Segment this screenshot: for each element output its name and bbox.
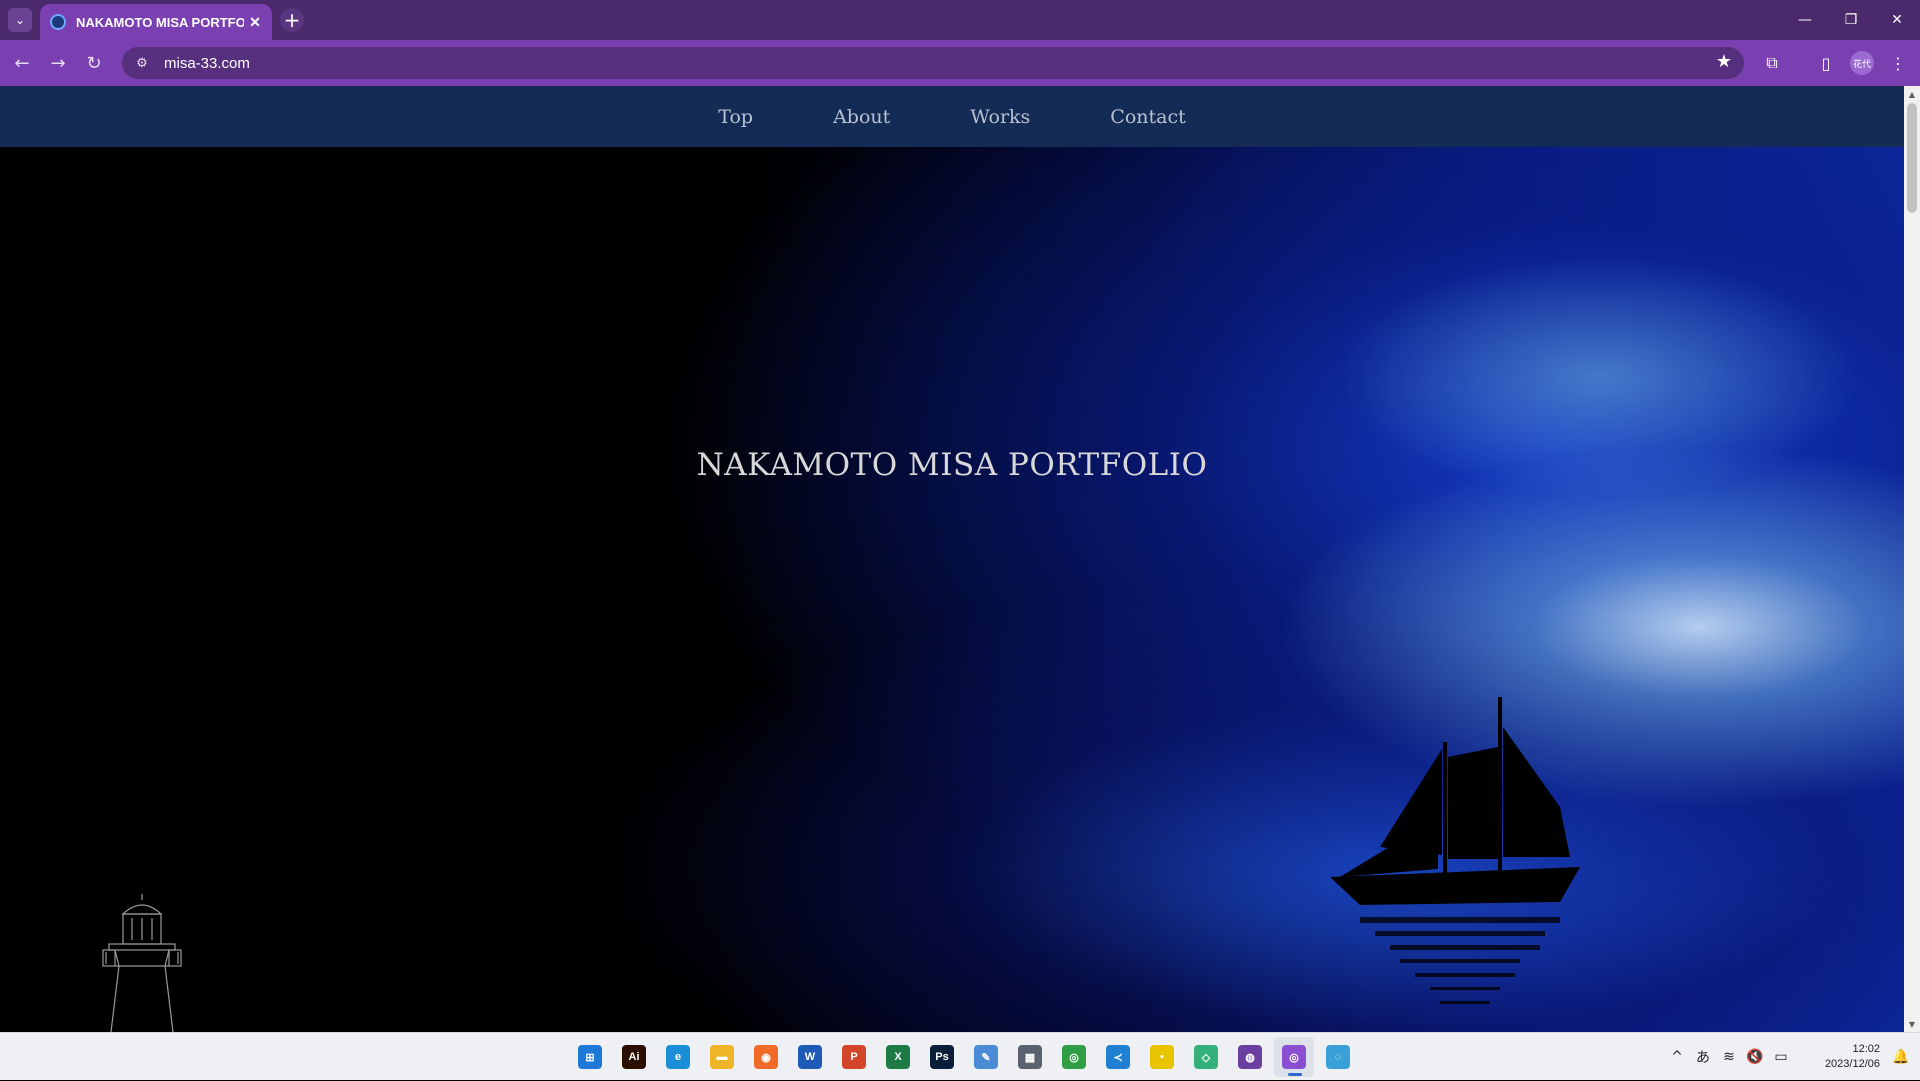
scroll-thumb[interactable]: [1907, 103, 1917, 213]
clock[interactable]: 12:02 2023/12/06: [1794, 1042, 1880, 1072]
hero-section: NAKAMOTO MISA PORTFOLIO: [0, 147, 1904, 1032]
browser-window: ⌄ NAKAMOTO MISA PORTFOLIO ✕ + — ❐ ✕ ← → …: [0, 0, 1920, 86]
nav-link-top[interactable]: Top: [718, 106, 753, 128]
restore-button[interactable]: ❐: [1828, 0, 1874, 40]
site-favicon-icon: [50, 14, 66, 30]
taskbar-app-excel[interactable]: X: [878, 1037, 918, 1077]
system-tray: ^ あ ≋ 🔇 ▭ 12:02 2023/12/06 🔔: [1664, 1033, 1920, 1081]
close-window-button[interactable]: ✕: [1874, 0, 1920, 40]
taskbar-app-paint[interactable]: ✎: [966, 1037, 1006, 1077]
vscode-icon: ≺: [1106, 1045, 1130, 1069]
taskbar-app-app-globe[interactable]: ◌: [1318, 1037, 1358, 1077]
taskbar-app-windows-start[interactable]: ⊞: [570, 1037, 610, 1077]
taskbar-apps: ⊞ Ai e ▬ ◉ W P X Ps ✎ ▦ ◎ ≺ ▪ ◇ ◍ ◎ ◌: [570, 1037, 1362, 1077]
scroll-down-arrow-icon[interactable]: ▼: [1904, 1016, 1920, 1032]
taskbar-app-sticky-notes[interactable]: ▪: [1142, 1037, 1182, 1077]
site-navigation: Top About Works Contact: [0, 86, 1904, 147]
new-tab-button[interactable]: +: [280, 8, 304, 32]
edge-icon: e: [666, 1045, 690, 1069]
address-bar[interactable]: ⚙ misa-33.com ★: [122, 47, 1744, 79]
reload-button[interactable]: ↻: [80, 49, 108, 77]
volume-muted-icon[interactable]: 🔇: [1742, 1049, 1768, 1065]
paint-icon: ✎: [974, 1045, 998, 1069]
bookmark-star-icon[interactable]: ★: [1716, 51, 1732, 72]
calculator-icon: ▦: [1018, 1045, 1042, 1069]
show-hidden-icons-icon[interactable]: ^: [1664, 1049, 1690, 1065]
forward-button[interactable]: →: [44, 49, 72, 77]
taskbar-app-chrome-profile[interactable]: ◎: [1274, 1037, 1314, 1077]
taskbar-app-calculator[interactable]: ▦: [1010, 1037, 1050, 1077]
taskbar-app-edge[interactable]: e: [658, 1037, 698, 1077]
taskbar-app-powerpoint[interactable]: P: [834, 1037, 874, 1077]
firefox-icon: ◉: [754, 1045, 778, 1069]
minimize-button[interactable]: —: [1782, 0, 1828, 40]
ime-mode-icon[interactable]: あ: [1690, 1047, 1716, 1067]
taskbar-app-app-green[interactable]: ◇: [1186, 1037, 1226, 1077]
taskbar-app-word[interactable]: W: [790, 1037, 830, 1077]
windows-start-icon: ⊞: [578, 1045, 602, 1069]
back-button[interactable]: ←: [8, 49, 36, 77]
notification-bell-icon[interactable]: 🔔: [1888, 1049, 1914, 1065]
nav-link-contact[interactable]: Contact: [1110, 106, 1185, 128]
browser-menu-icon[interactable]: ⋮: [1884, 49, 1912, 77]
taskbar-app-github-desktop[interactable]: ◍: [1230, 1037, 1270, 1077]
clock-date: 2023/12/06: [1824, 1058, 1880, 1070]
hero-title: NAKAMOTO MISA PORTFOLIO: [696, 447, 1208, 483]
powerpoint-icon: P: [842, 1045, 866, 1069]
extensions-icon[interactable]: ⧉: [1758, 49, 1786, 77]
excel-icon: X: [886, 1045, 910, 1069]
page-scrollbar[interactable]: ▲ ▼: [1904, 86, 1920, 1032]
web-page: Top About Works Contact NAKAMOTO MISA PO…: [0, 86, 1904, 1032]
taskbar-app-photoshop[interactable]: Ps: [922, 1037, 962, 1077]
nav-link-about[interactable]: About: [833, 106, 890, 128]
taskbar-app-chrome[interactable]: ◎: [1054, 1037, 1094, 1077]
url-text[interactable]: misa-33.com: [164, 55, 250, 72]
photoshop-icon: Ps: [930, 1045, 954, 1069]
illustrator-icon: Ai: [622, 1045, 646, 1069]
battery-icon[interactable]: ▭: [1768, 1049, 1794, 1065]
taskbar-app-file-explorer[interactable]: ▬: [702, 1037, 742, 1077]
app-globe-icon: ◌: [1326, 1045, 1350, 1069]
tab-strip: ⌄ NAKAMOTO MISA PORTFOLIO ✕ + — ❐ ✕: [0, 0, 1920, 40]
scroll-up-arrow-icon[interactable]: ▲: [1904, 86, 1920, 102]
nav-link-works[interactable]: Works: [970, 106, 1030, 128]
chrome-icon: ◎: [1062, 1045, 1086, 1069]
taskbar-app-vscode[interactable]: ≺: [1098, 1037, 1138, 1077]
chrome-profile-icon: ◎: [1282, 1045, 1306, 1069]
sticky-notes-icon: ▪: [1150, 1045, 1174, 1069]
site-info-icon[interactable]: ⚙: [128, 56, 156, 71]
word-icon: W: [798, 1045, 822, 1069]
tab-search-button[interactable]: ⌄: [8, 8, 32, 32]
profile-avatar[interactable]: 花代: [1850, 51, 1874, 75]
app-green-icon: ◇: [1194, 1045, 1218, 1069]
taskbar-app-firefox[interactable]: ◉: [746, 1037, 786, 1077]
taskbar-app-illustrator[interactable]: Ai: [614, 1037, 654, 1077]
active-tab[interactable]: NAKAMOTO MISA PORTFOLIO ✕: [40, 4, 272, 40]
browser-toolbar: ← → ↻ ⚙ misa-33.com ★ ⧉ ▯ 花代 ⋮: [0, 40, 1920, 86]
lighthouse-icon: [102, 894, 182, 1032]
file-explorer-icon: ▬: [710, 1045, 734, 1069]
clock-time: 12:02: [1852, 1043, 1880, 1055]
tab-close-icon[interactable]: ✕: [244, 14, 266, 31]
window-controls: — ❐ ✕: [1782, 0, 1920, 40]
tab-title: NAKAMOTO MISA PORTFOLIO: [76, 14, 244, 30]
github-desktop-icon: ◍: [1238, 1045, 1262, 1069]
wifi-icon[interactable]: ≋: [1716, 1049, 1742, 1065]
side-panel-icon[interactable]: ▯: [1812, 49, 1840, 77]
windows-taskbar: ⊞ Ai e ▬ ◉ W P X Ps ✎ ▦ ◎ ≺ ▪ ◇ ◍ ◎ ◌ ^ あ ≋ 🔇 ▭ 12:02 202…: [0, 1032, 1920, 1080]
sailing-ship-image: [1330, 697, 1580, 1004]
